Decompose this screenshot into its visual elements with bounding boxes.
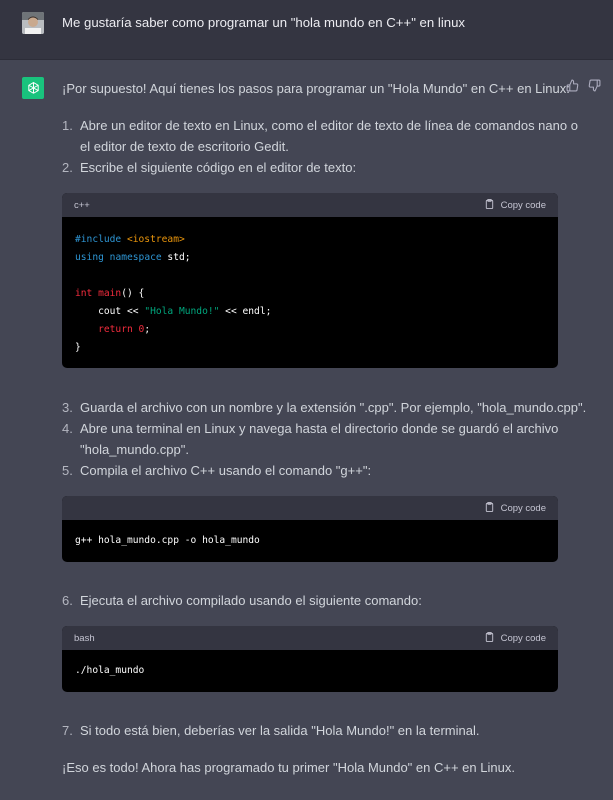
copy-code-button[interactable]: Copy code (484, 501, 546, 516)
code-content: g++ hola_mundo.cpp -o hola_mundo (75, 535, 260, 546)
assistant-closing: ¡Eso es todo! Ahora has programado tu pr… (62, 760, 515, 775)
code-token: "Hola Mundo!" (144, 306, 220, 317)
list-item-step-2: 2. Escribe el siguiente código en el edit… (62, 157, 356, 178)
copy-code-button[interactable]: Copy code (484, 198, 546, 213)
list-item-step-5: 5. Compila el archivo C++ usando el coman… (62, 460, 371, 481)
code-token: <iostream> (126, 234, 185, 245)
copy-code-label: Copy code (500, 632, 546, 644)
code-content: #include <iostream> using namespace std;… (62, 217, 558, 368)
user-avatar (22, 12, 44, 34)
openai-logo-icon (22, 77, 44, 99)
code-token: std; (161, 252, 191, 263)
step-number: 7. (62, 723, 73, 738)
step-number: 5. (62, 463, 73, 478)
code-block-header: c++ Copy code (62, 193, 558, 217)
user-message-text: Me gustaría saber como programar un "hol… (62, 15, 466, 30)
list-item-step-1: 1. Abre un editor de texto en Linux, como… (62, 115, 578, 157)
feedback-buttons (566, 79, 601, 92)
code-token: namespace (109, 252, 162, 263)
step-number: 6. (62, 593, 73, 608)
code-token: << endl; (219, 306, 272, 317)
step-text: Ejecuta el archivo compilado usando el s… (80, 593, 422, 608)
clipboard-icon (484, 198, 495, 213)
copy-code-button[interactable]: Copy code (484, 631, 546, 646)
code-token: } (75, 342, 81, 353)
list-item-step-3: 3. Guarda el archivo con un nombre y la e… (62, 397, 586, 418)
clipboard-icon (484, 631, 495, 646)
code-block-compile: Copy code g++ hola_mundo.cpp -o hola_mun… (62, 496, 558, 562)
code-token: #include (75, 234, 127, 245)
code-token: main (98, 288, 122, 299)
step-text: Compila el archivo C++ usando el comando… (80, 463, 372, 478)
assistant-message-row: ¡Por supuesto! Aquí tienes los pasos par… (0, 60, 613, 800)
step-number: 1. (62, 118, 73, 133)
step-text: Abre una terminal en Linux y navega hast… (80, 421, 559, 436)
step-text: Escribe el siguiente código en el editor… (80, 160, 357, 175)
step-number: 2. (62, 160, 73, 175)
code-block-bash: bash Copy code ./hola_mundo (62, 626, 558, 692)
code-language-label: bash (74, 632, 95, 644)
code-token: using (75, 252, 104, 263)
step-text-continued: "hola_mundo.cpp". (80, 442, 189, 457)
code-block-header: Copy code (62, 496, 558, 520)
copy-code-label: Copy code (500, 502, 546, 514)
thumbs-up-icon[interactable] (566, 79, 579, 92)
list-item-step-4: 4. Abre una terminal en Linux y navega ha… (62, 418, 558, 460)
code-language-label: c++ (74, 199, 90, 211)
step-text: Abre un editor de texto en Linux, como e… (80, 118, 578, 133)
thumbs-down-icon[interactable] (588, 79, 601, 92)
step-number: 3. (62, 400, 73, 415)
assistant-intro: ¡Por supuesto! Aquí tienes los pasos par… (62, 81, 570, 96)
copy-code-label: Copy code (500, 199, 546, 211)
step-text: Si todo está bien, deberías ver la salid… (80, 723, 480, 738)
code-content: ./hola_mundo (75, 665, 145, 676)
code-token: cout << (75, 306, 145, 317)
list-item-step-6: 6. Ejecuta el archivo compilado usando el… (62, 590, 422, 611)
code-token: return (98, 324, 133, 335)
step-number: 4. (62, 421, 73, 436)
code-token: ; (144, 324, 151, 335)
code-block-cpp: c++ Copy code #include <iostream> using … (62, 193, 558, 368)
code-token: () { (121, 288, 145, 299)
step-text: Guarda el archivo con un nombre y la ext… (80, 400, 587, 415)
code-block-header: bash Copy code (62, 626, 558, 650)
step-text-continued: el editor de texto de escritorio Gedit. (80, 139, 289, 154)
code-token: int (75, 288, 93, 299)
list-item-step-7: 7. Si todo está bien, deberías ver la sal… (62, 720, 479, 741)
user-message-row: Me gustaría saber como programar un "hol… (0, 0, 613, 60)
clipboard-icon (484, 501, 495, 516)
